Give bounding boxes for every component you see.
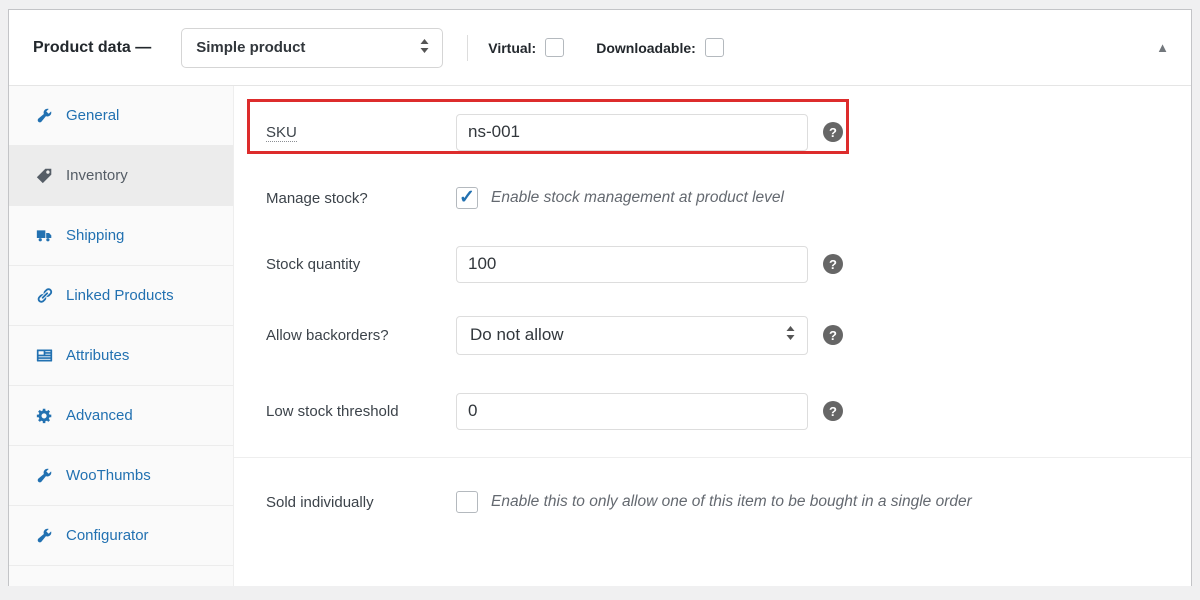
product-type-select[interactable]: Simple product (181, 28, 443, 68)
product-data-panel: Product data — Simple product Virtual: D… (8, 9, 1192, 586)
gear-icon (36, 407, 53, 424)
low-stock-threshold-label: Low stock threshold (266, 403, 456, 420)
stock-quantity-row: Stock quantity ? (234, 231, 1191, 297)
select-updown-icon (419, 38, 430, 58)
section-divider (234, 457, 1191, 458)
virtual-option: Virtual: (488, 38, 564, 57)
tab-label: Advanced (66, 407, 133, 424)
sku-row: SKU ? (234, 99, 1191, 165)
tab-label: Inventory (66, 167, 128, 184)
low-stock-threshold-input[interactable] (456, 393, 808, 430)
select-updown-icon (785, 325, 796, 346)
low-stock-threshold-row: Low stock threshold ? (234, 373, 1191, 449)
sku-help-icon[interactable]: ? (823, 122, 843, 142)
manage-stock-row: Manage stock? Enable stock management at… (234, 165, 1191, 231)
downloadable-label: Downloadable: (596, 40, 696, 56)
allow-backorders-select[interactable]: Do not allow (456, 316, 808, 355)
wrench-icon (36, 527, 53, 544)
stock-quantity-input[interactable] (456, 246, 808, 283)
downloadable-checkbox[interactable] (705, 38, 724, 57)
header-divider (467, 35, 468, 61)
tab-inventory[interactable]: Inventory (9, 146, 233, 206)
tab-label: General (66, 107, 119, 124)
panel-header: Product data — Simple product Virtual: D… (9, 10, 1191, 86)
product-type-value: Simple product (196, 39, 305, 56)
low-stock-threshold-help-icon[interactable]: ? (823, 401, 843, 421)
tab-label: Shipping (66, 227, 124, 244)
tab-label: Linked Products (66, 287, 174, 304)
tab-label: Configurator (66, 527, 149, 544)
panel-body: General Inventory Shipping Linked Produc… (9, 86, 1191, 586)
sold-individually-row: Sold individually Enable this to only al… (234, 464, 1191, 540)
wrench-icon (36, 467, 53, 484)
wrench-icon (36, 107, 53, 124)
tab-general[interactable]: General (9, 86, 233, 146)
tab-linked-products[interactable]: Linked Products (9, 266, 233, 326)
tab-label: WooThumbs (66, 467, 151, 484)
allow-backorders-value: Do not allow (470, 325, 564, 345)
tag-icon (36, 167, 53, 184)
tab-configurator[interactable]: Configurator (9, 506, 233, 566)
sold-individually-checkbox[interactable] (456, 491, 478, 513)
allow-backorders-label: Allow backorders? (266, 327, 456, 344)
inventory-tab-content: SKU ? Manage stock? Enable stock managem… (234, 86, 1191, 586)
stock-quantity-help-icon[interactable]: ? (823, 254, 843, 274)
allow-backorders-help-icon[interactable]: ? (823, 325, 843, 345)
card-icon (36, 347, 53, 364)
virtual-checkbox[interactable] (545, 38, 564, 57)
sku-label: SKU (266, 124, 456, 141)
tab-woothumbs[interactable]: WooThumbs (9, 446, 233, 506)
stock-quantity-label: Stock quantity (266, 256, 456, 273)
manage-stock-description: Enable stock management at product level (491, 189, 784, 207)
sku-input[interactable] (456, 114, 808, 151)
sold-individually-label: Sold individually (266, 494, 456, 511)
sold-individually-description: Enable this to only allow one of this it… (491, 493, 972, 511)
virtual-label: Virtual: (488, 40, 536, 56)
panel-title: Product data — (33, 39, 151, 57)
manage-stock-checkbox[interactable] (456, 187, 478, 209)
tab-advanced[interactable]: Advanced (9, 386, 233, 446)
downloadable-option: Downloadable: (596, 38, 724, 57)
manage-stock-label: Manage stock? (266, 190, 456, 207)
truck-icon (36, 227, 53, 244)
collapse-toggle-icon[interactable]: ▲ (1156, 41, 1169, 54)
tab-shipping[interactable]: Shipping (9, 206, 233, 266)
allow-backorders-row: Allow backorders? Do not allow ? (234, 297, 1191, 373)
link-icon (36, 287, 53, 304)
tab-label: Attributes (66, 347, 129, 364)
product-data-tabs: General Inventory Shipping Linked Produc… (9, 86, 234, 586)
tab-attributes[interactable]: Attributes (9, 326, 233, 386)
